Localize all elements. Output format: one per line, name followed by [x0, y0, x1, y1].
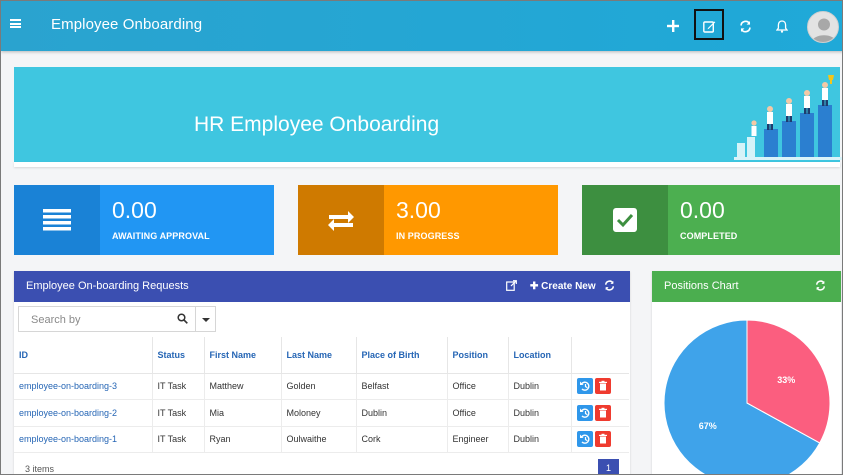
list-icon [14, 185, 100, 255]
first-name-cell: Matthew [204, 373, 282, 400]
position-cell: Office [447, 399, 509, 427]
pie-slice-label-1: 33% [777, 375, 795, 385]
positions-chart-panel: Positions Chart 67% 33% [652, 271, 841, 474]
actions-cell [571, 373, 629, 400]
pie-slice-label-0: 67% [699, 421, 717, 431]
table-row[interactable]: employee-on-boarding-3 IT Task Matthew G… [14, 373, 629, 400]
position-cell: Engineer [447, 426, 509, 453]
first-name-cell: Mia [204, 399, 282, 427]
bell-icon[interactable] [770, 14, 794, 38]
location-cell: Dublin [508, 399, 572, 427]
search-dropdown-button[interactable] [196, 306, 216, 332]
history-icon [579, 408, 590, 418]
position-cell: Office [447, 373, 509, 400]
refresh-icon[interactable] [604, 280, 615, 294]
column-header[interactable]: Place of Birth [356, 337, 448, 374]
stat-completed[interactable]: 0.00 COMPLETED [582, 185, 840, 255]
top-bar: Employee Onboarding [1, 1, 842, 51]
panel-title: Positions Chart [664, 280, 739, 292]
column-header[interactable]: Position [447, 337, 509, 374]
panel-header: Employee On-boarding Requests ✚ Create N… [14, 271, 630, 302]
history-icon [579, 434, 590, 445]
delete-button[interactable] [594, 404, 611, 421]
last-name-cell: Oulwaithe [281, 426, 357, 453]
user-avatar[interactable] [807, 11, 839, 43]
stat-in-progress[interactable]: 3.00 IN PROGRESS [298, 185, 558, 255]
chevron-down-icon [202, 318, 210, 322]
request-id-link[interactable]: employee-on-boarding-1 [14, 426, 153, 453]
actions-cell [571, 399, 629, 427]
last-name-cell: Golden [281, 373, 357, 400]
history-button[interactable] [576, 404, 593, 421]
request-id-link[interactable]: employee-on-boarding-3 [14, 373, 153, 400]
search-icon[interactable] [177, 313, 188, 324]
history-button[interactable] [576, 431, 593, 448]
actions-cell [571, 426, 629, 453]
create-new-label: Create New [541, 281, 596, 292]
repeat-icon [298, 185, 384, 255]
onboarding-requests-panel: Employee On-boarding Requests ✚ Create N… [14, 271, 630, 474]
status-cell: IT Task [152, 373, 205, 400]
column-header[interactable]: Location [508, 337, 572, 374]
create-new-button[interactable]: ✚ Create New [530, 281, 596, 292]
place-of-birth-cell: Belfast [356, 373, 448, 400]
actions-header [571, 337, 629, 374]
column-header[interactable]: Status [152, 337, 205, 374]
status-cell: IT Task [152, 426, 205, 453]
delete-button[interactable] [594, 431, 611, 448]
column-header[interactable]: Last Name [281, 337, 357, 374]
refresh-icon[interactable] [733, 14, 757, 38]
first-name-cell: Ryan [204, 426, 282, 453]
delete-button[interactable] [594, 378, 611, 395]
column-header[interactable]: First Name [204, 337, 282, 374]
stat-value: 0.00 [112, 197, 157, 223]
location-cell: Dublin [508, 426, 572, 453]
search-input[interactable]: Search by [18, 306, 196, 332]
hero-banner: HR Employee Onboarding [14, 67, 842, 162]
trash-icon [598, 381, 607, 391]
menu-icon[interactable] [10, 19, 21, 28]
stat-label: AWAITING APPROVAL [112, 231, 210, 241]
search-placeholder: Search by [31, 314, 81, 326]
refresh-icon[interactable] [815, 280, 826, 294]
positions-pie-chart: 67% 33% [663, 319, 831, 474]
plus-icon: ✚ [530, 281, 542, 292]
banner-footer [14, 162, 840, 167]
place-of-birth-cell: Dublin [356, 399, 448, 427]
last-name-cell: Moloney [281, 399, 357, 427]
trash-icon [598, 407, 607, 418]
stat-awaiting-approval[interactable]: 0.00 AWAITING APPROVAL [14, 185, 274, 255]
trash-icon [598, 434, 607, 444]
add-icon[interactable] [661, 14, 685, 38]
table-header-row: ID Status First Name Last Name Place of … [14, 337, 629, 374]
check-icon [582, 185, 668, 255]
history-button[interactable] [576, 378, 593, 395]
app-window: Employee Onboarding HR Employee Onboardi… [0, 0, 843, 475]
location-cell: Dublin [508, 373, 572, 400]
status-cell: IT Task [152, 399, 205, 427]
requests-table: ID Status First Name Last Name Place of … [14, 337, 629, 453]
panel-header: Positions Chart [652, 271, 841, 302]
banner-title: HR Employee Onboarding [194, 113, 440, 136]
page-button[interactable]: 1 [598, 459, 619, 474]
request-id-link[interactable]: employee-on-boarding-2 [14, 399, 153, 427]
table-row[interactable]: employee-on-boarding-1 IT Task Ryan Oulw… [14, 426, 629, 453]
place-of-birth-cell: Cork [356, 426, 448, 453]
external-link-icon[interactable] [506, 280, 517, 294]
team-success-illustration [734, 75, 842, 160]
items-count: 3 items [25, 464, 55, 474]
table-row[interactable]: employee-on-boarding-2 IT Task Mia Molon… [14, 399, 629, 427]
panel-title: Employee On-boarding Requests [26, 280, 189, 292]
history-icon [579, 381, 590, 392]
column-header[interactable]: ID [14, 337, 153, 374]
app-title: Employee Onboarding [51, 16, 203, 33]
stat-value: 0.00 [680, 197, 725, 223]
stat-value: 3.00 [396, 197, 441, 223]
edit-icon[interactable] [697, 14, 721, 38]
stat-label: IN PROGRESS [396, 231, 460, 241]
stat-label: COMPLETED [680, 231, 738, 241]
